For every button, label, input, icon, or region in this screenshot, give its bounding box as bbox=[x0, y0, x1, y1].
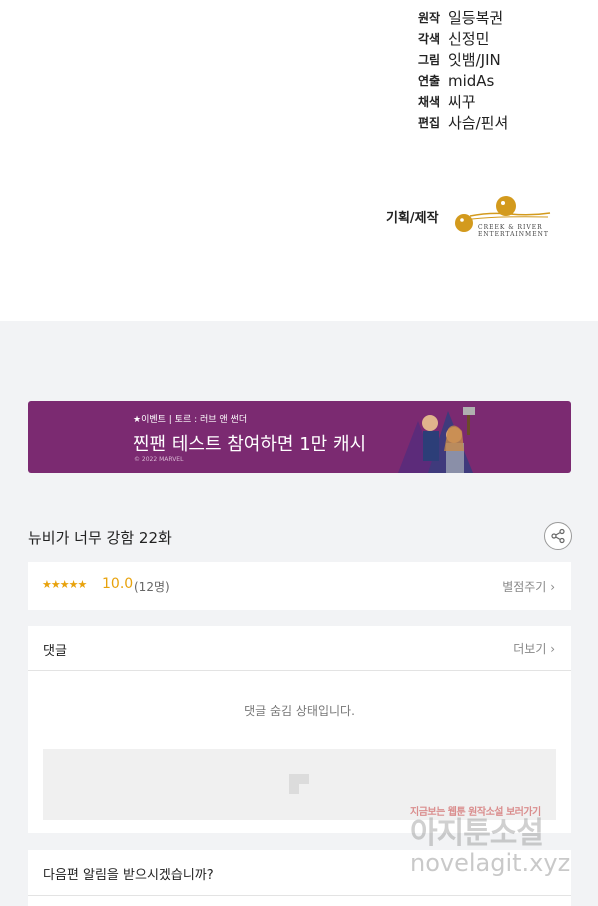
credit-role: 각색 bbox=[418, 32, 441, 46]
banner-event-label: ★이벤트 | 토르 : 러브 앤 썬더 bbox=[133, 415, 248, 425]
production-credit: 기획/제작 CREEK & RIVER ENTERTAINMENT bbox=[386, 194, 554, 238]
credit-row-editing: 편집 사슴/핀셔 bbox=[418, 112, 508, 133]
divider bbox=[28, 895, 571, 896]
credit-row-original: 원작 일등복권 bbox=[418, 7, 503, 28]
rating-count: (12명) bbox=[134, 580, 170, 594]
comments-hidden-message: 댓글 숨김 상태입니다. bbox=[244, 704, 355, 718]
rate-button-label: 별점주기 bbox=[502, 580, 547, 594]
production-label: 기획/제작 bbox=[386, 210, 439, 226]
rating-value: 10.0 bbox=[102, 576, 134, 592]
rate-button[interactable]: 별점주기 › bbox=[502, 578, 555, 595]
comments-more-button[interactable]: 더보기 › bbox=[513, 640, 555, 657]
banner-headline: 찐팬 테스트 참여하면 1만 캐시! bbox=[133, 434, 374, 455]
notify-card: 다음편 알림을 받으시겠습니까? bbox=[28, 850, 571, 906]
episode-title: 뉴비가 너무 강함 22화 bbox=[28, 529, 172, 547]
chevron-right-icon: › bbox=[550, 642, 555, 656]
logo-caption-2: ENTERTAINMENT bbox=[478, 231, 549, 238]
share-icon bbox=[551, 528, 565, 544]
credit-name: 사슴/핀셔 bbox=[448, 114, 509, 132]
credit-role: 원작 bbox=[418, 11, 441, 25]
logo-caption-1: CREEK & RIVER bbox=[478, 224, 543, 231]
credit-role: 연출 bbox=[418, 74, 441, 88]
comments-title: 댓글 bbox=[43, 644, 67, 659]
credits-section: 원작 일등복권 각색 신정민 그림 잇뱀/JIN 연출 midAs 채색 씨꾸 … bbox=[0, 0, 598, 321]
share-button[interactable] bbox=[544, 522, 572, 550]
credit-role: 그림 bbox=[418, 53, 441, 67]
comments-card: 댓글 더보기 › 댓글 숨김 상태입니다. bbox=[28, 626, 571, 833]
comment-input-box[interactable] bbox=[43, 749, 556, 820]
credit-role: 채색 bbox=[418, 95, 441, 109]
comment-placeholder-icon bbox=[289, 774, 309, 794]
credit-name: 씨꾸 bbox=[448, 93, 476, 111]
credit-name: 신정민 bbox=[448, 30, 490, 48]
credit-name: midAs bbox=[448, 71, 495, 90]
next-episode-notify-prompt: 다음편 알림을 받으시겠습니까? bbox=[43, 868, 214, 883]
credit-role: 편집 bbox=[418, 116, 441, 130]
banner-copyright: © 2022 MARVEL bbox=[134, 456, 184, 463]
credit-row-adaptation: 각색 신정민 bbox=[418, 28, 489, 49]
rating-card: ★★★★★ 10.0 (12명) 별점주기 › bbox=[28, 562, 571, 610]
more-label: 더보기 bbox=[513, 642, 547, 656]
event-banner[interactable]: ★이벤트 | 토르 : 러브 앤 썬더 찐팬 테스트 참여하면 1만 캐시! ©… bbox=[28, 401, 571, 473]
credit-row-coloring: 채색 씨꾸 bbox=[418, 91, 476, 112]
chevron-right-icon: › bbox=[550, 580, 555, 594]
credit-row-art: 그림 잇뱀/JIN bbox=[418, 49, 501, 70]
credit-name: 잇뱀/JIN bbox=[448, 51, 501, 69]
rating-stars: ★★★★★ bbox=[42, 578, 87, 591]
creek-river-logo: CREEK & RIVER ENTERTAINMENT bbox=[450, 194, 554, 238]
credit-name: 일등복권 bbox=[448, 9, 504, 27]
credit-row-direction: 연출 midAs bbox=[418, 70, 494, 91]
banner-artwork bbox=[368, 401, 498, 473]
comments-header: 댓글 더보기 › bbox=[28, 626, 571, 671]
